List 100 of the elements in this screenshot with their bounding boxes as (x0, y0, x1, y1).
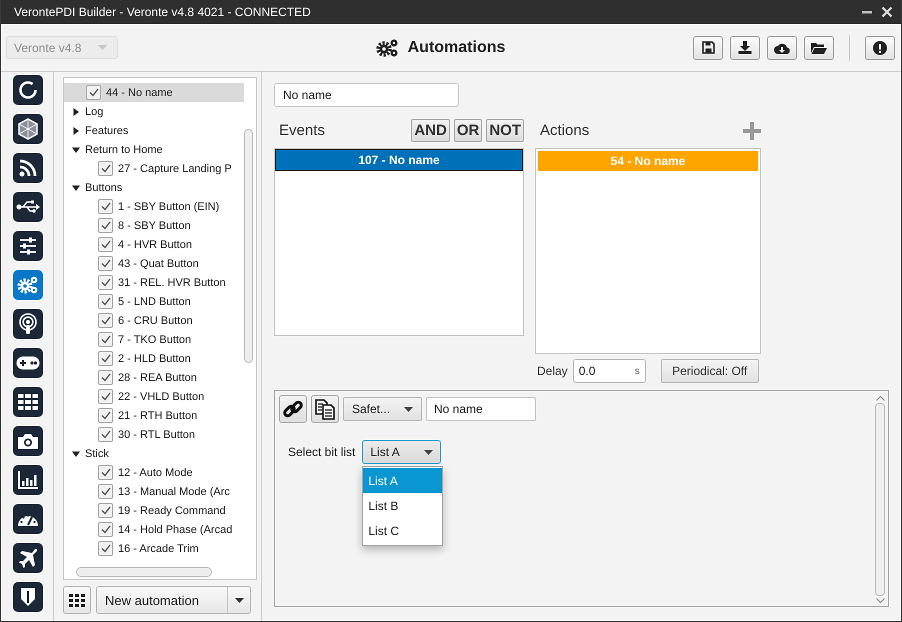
tree-item[interactable]: 4 - HVR Button (64, 235, 244, 254)
checkbox[interactable] (98, 218, 113, 233)
collapsed-arrow-icon[interactable] (72, 126, 80, 134)
checkbox[interactable] (98, 275, 113, 290)
tree-item[interactable]: Stick (64, 444, 244, 463)
operator-button[interactable]: OR (454, 119, 482, 142)
tree-item[interactable]: Buttons (64, 178, 244, 197)
sidebar-button[interactable] (13, 348, 43, 378)
name-field[interactable]: No name (426, 397, 536, 421)
checkbox[interactable] (98, 522, 113, 537)
tree-item[interactable]: 1 - SBY Button (EIN) (64, 197, 244, 216)
checkbox[interactable] (98, 541, 113, 556)
sidebar-button[interactable] (13, 465, 43, 495)
close-icon[interactable] (881, 6, 893, 18)
checkbox[interactable] (98, 313, 113, 328)
copy-button[interactable] (311, 395, 339, 423)
feed-icon (19, 159, 37, 177)
checkbox[interactable] (98, 294, 113, 309)
open-folder-button[interactable] (804, 36, 834, 60)
tree-item[interactable]: 13 - Manual Mode (Arc (64, 482, 244, 501)
sidebar-button[interactable] (13, 114, 43, 144)
tree-item[interactable]: 28 - REA Button (64, 368, 244, 387)
periodical-button[interactable]: Periodical: Off (660, 359, 759, 383)
bit-list-select[interactable]: List A (362, 440, 442, 464)
sidebar-button[interactable] (13, 309, 43, 339)
gears-icon (17, 275, 39, 295)
event-item[interactable]: 107 - No name (275, 149, 523, 171)
sidebar-button[interactable] (13, 153, 43, 183)
sidebar-button[interactable] (13, 543, 43, 573)
tree-item[interactable]: 5 - LND Button (64, 292, 244, 311)
cloud-download-button[interactable] (767, 36, 797, 60)
checkbox[interactable] (98, 427, 113, 442)
caret-icon (98, 45, 107, 50)
checkbox[interactable] (98, 503, 113, 518)
grid-button[interactable] (63, 586, 91, 614)
tree-item[interactable]: 43 - Quat Button (64, 254, 244, 273)
new-automation-select[interactable]: New automation (96, 586, 251, 614)
download-button[interactable] (730, 36, 760, 60)
tree-item[interactable]: 22 - VHLD Button (64, 387, 244, 406)
tree-item[interactable]: 31 - REL. HVR Button (64, 273, 244, 292)
expanded-arrow-icon[interactable] (72, 146, 80, 154)
window-title: VerontePDI Builder - Veronte v4.8 4021 - CONNECTED (14, 5, 312, 19)
sidebar-button[interactable] (13, 231, 43, 261)
checkbox[interactable] (98, 237, 113, 252)
type-select[interactable]: Safet... (343, 397, 422, 421)
tree-item[interactable]: 14 - Hold Phase (Arcad (64, 520, 244, 539)
sliders-icon (19, 237, 37, 255)
sidebar-button[interactable] (13, 75, 43, 105)
checkbox[interactable] (98, 256, 113, 271)
checkbox[interactable] (98, 408, 113, 423)
name-field[interactable]: No name (274, 83, 459, 107)
checkbox[interactable] (86, 85, 101, 100)
operator-button[interactable]: AND (411, 119, 450, 142)
expanded-arrow-icon[interactable] (72, 184, 80, 192)
tree-item[interactable]: 44 - No name (64, 83, 244, 102)
add-icon[interactable] (743, 122, 761, 140)
folder-icon (811, 42, 827, 54)
alert-button[interactable] (865, 36, 895, 60)
tree-item[interactable]: 30 - RTL Button (64, 425, 244, 444)
tree-item[interactable]: 2 - HLD Button (64, 349, 244, 368)
caret-icon (424, 450, 434, 454)
scroll-up-icon[interactable] (876, 395, 884, 401)
tree-item[interactable]: 16 - Arcade Trim (64, 539, 244, 558)
tree-item[interactable]: Log (64, 102, 244, 121)
usb-icon (16, 200, 40, 214)
checkbox[interactable] (98, 332, 113, 347)
dropdown-option[interactable]: List B (363, 493, 442, 518)
tree-item[interactable]: 27 - Capture Landing P (64, 159, 244, 178)
checkbox[interactable] (98, 465, 113, 480)
camera-icon (18, 433, 38, 449)
tree-item[interactable]: 21 - RTH Button (64, 406, 244, 425)
sidebar-button[interactable] (13, 582, 43, 612)
delay-field[interactable]: 0.0 s (572, 359, 646, 383)
checkbox[interactable] (98, 161, 113, 176)
checkbox[interactable] (98, 370, 113, 385)
sidebar-button[interactable] (13, 387, 43, 417)
tree-item[interactable]: 6 - CRU Button (64, 311, 244, 330)
tree-item[interactable]: Features (64, 121, 244, 140)
checkbox[interactable] (98, 484, 113, 499)
tree-item[interactable]: 12 - Auto Mode (64, 463, 244, 482)
sidebar-button[interactable] (13, 504, 43, 534)
collapsed-arrow-icon[interactable] (72, 108, 80, 116)
checkbox[interactable] (98, 351, 113, 366)
sidebar-button[interactable] (13, 426, 43, 456)
tree-item[interactable]: Return to Home (64, 140, 244, 159)
expanded-arrow-icon[interactable] (72, 450, 80, 458)
tree-item[interactable]: 8 - SBY Button (64, 216, 244, 235)
dropdown-option[interactable]: List C (363, 518, 442, 543)
checkbox[interactable] (98, 199, 113, 214)
checkbox[interactable] (98, 389, 113, 404)
tree-item[interactable]: 7 - TKO Button (64, 330, 244, 349)
operator-button[interactable]: NOT (486, 119, 524, 142)
link-button[interactable] (279, 395, 307, 423)
save-button[interactable] (693, 36, 723, 60)
cloud-download-icon (774, 42, 790, 54)
scroll-down-icon[interactable] (876, 598, 884, 604)
grid-icon (18, 394, 38, 410)
sidebar-button[interactable] (13, 192, 43, 222)
tree-item[interactable]: 19 - Ready Command (64, 501, 244, 520)
vertical-scrollbar[interactable] (874, 393, 886, 604)
